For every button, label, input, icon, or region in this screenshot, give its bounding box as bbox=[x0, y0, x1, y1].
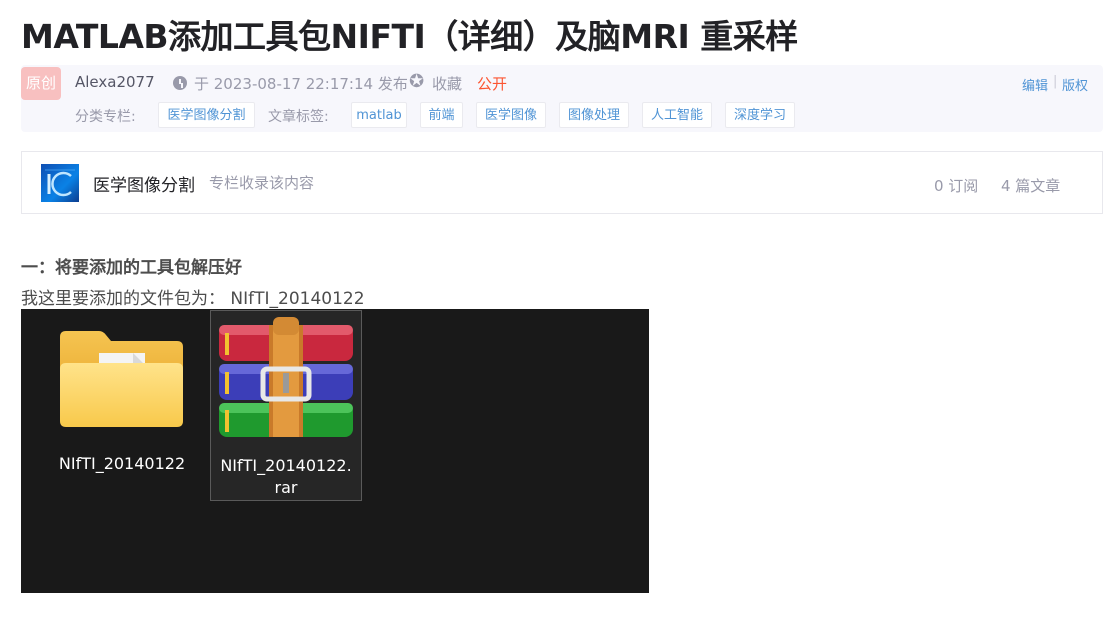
column-article-count: 4 篇文章 bbox=[1001, 177, 1061, 195]
column-card[interactable]: 医学图像分割 专栏收录该内容 0 订阅 4 篇文章 bbox=[21, 151, 1103, 214]
rar-name-line1: NIfTI_20140122. bbox=[220, 456, 352, 475]
tags-label: 文章标签: bbox=[268, 109, 329, 125]
author-link[interactable]: Alexa2077 bbox=[75, 73, 155, 91]
clock-icon bbox=[173, 76, 187, 90]
original-badge: 原创 bbox=[21, 67, 61, 100]
meta-separator: | bbox=[1053, 74, 1058, 89]
visibility-label: 公开 bbox=[477, 75, 508, 93]
copyright-link[interactable]: 版权 bbox=[1062, 75, 1088, 94]
tag-medical-image[interactable]: 医学图像 bbox=[476, 102, 546, 128]
column-logo-icon bbox=[41, 164, 79, 202]
tag-ai[interactable]: 人工智能 bbox=[642, 102, 712, 128]
category-label: 分类专栏: bbox=[75, 109, 136, 125]
content-paragraph: 我这里要添加的文件包为： NIfTI_20140122 bbox=[21, 289, 365, 309]
column-subscriptions: 0 订阅 bbox=[934, 177, 979, 195]
category-tag[interactable]: 医学图像分割 bbox=[158, 102, 255, 128]
article-meta-bar: 原创 Alexa2077 于 2023-08-17 22:17:14 发布 ✪ … bbox=[21, 65, 1103, 132]
tag-matlab[interactable]: matlab bbox=[351, 102, 407, 128]
folder-icon bbox=[60, 331, 183, 427]
tag-image-processing[interactable]: 图像处理 bbox=[559, 102, 629, 128]
edit-link[interactable]: 编辑 bbox=[1022, 75, 1048, 94]
column-desc: 专栏收录该内容 bbox=[209, 174, 315, 192]
section-heading: 一：将要添加的工具包解压好 bbox=[21, 258, 242, 278]
rar-name: NIfTI_20140122. rar bbox=[211, 455, 361, 499]
tag-frontend[interactable]: 前端 bbox=[420, 102, 463, 128]
publish-time: 于 2023-08-17 22:17:14 发布 bbox=[194, 75, 408, 93]
collect-icon[interactable]: ✪ bbox=[409, 71, 424, 92]
folder-name: NIfTI_20140122 bbox=[58, 454, 186, 473]
file-explorer-screenshot: NIfTI_20140122 NIfTI_20140122. rar bbox=[21, 309, 649, 593]
article-title: MATLAB添加工具包NIFTI（详细）及脑MRI 重采样 bbox=[21, 17, 798, 56]
column-name[interactable]: 医学图像分割 bbox=[93, 171, 195, 196]
folder-item: NIfTI_20140122 bbox=[47, 323, 197, 503]
collect-button[interactable]: 收藏 bbox=[432, 73, 462, 94]
rar-name-line2: rar bbox=[274, 478, 298, 497]
rar-archive-item: NIfTI_20140122. rar bbox=[210, 310, 362, 501]
tag-deep-learning[interactable]: 深度学习 bbox=[725, 102, 795, 128]
winrar-archive-icon bbox=[219, 317, 353, 437]
